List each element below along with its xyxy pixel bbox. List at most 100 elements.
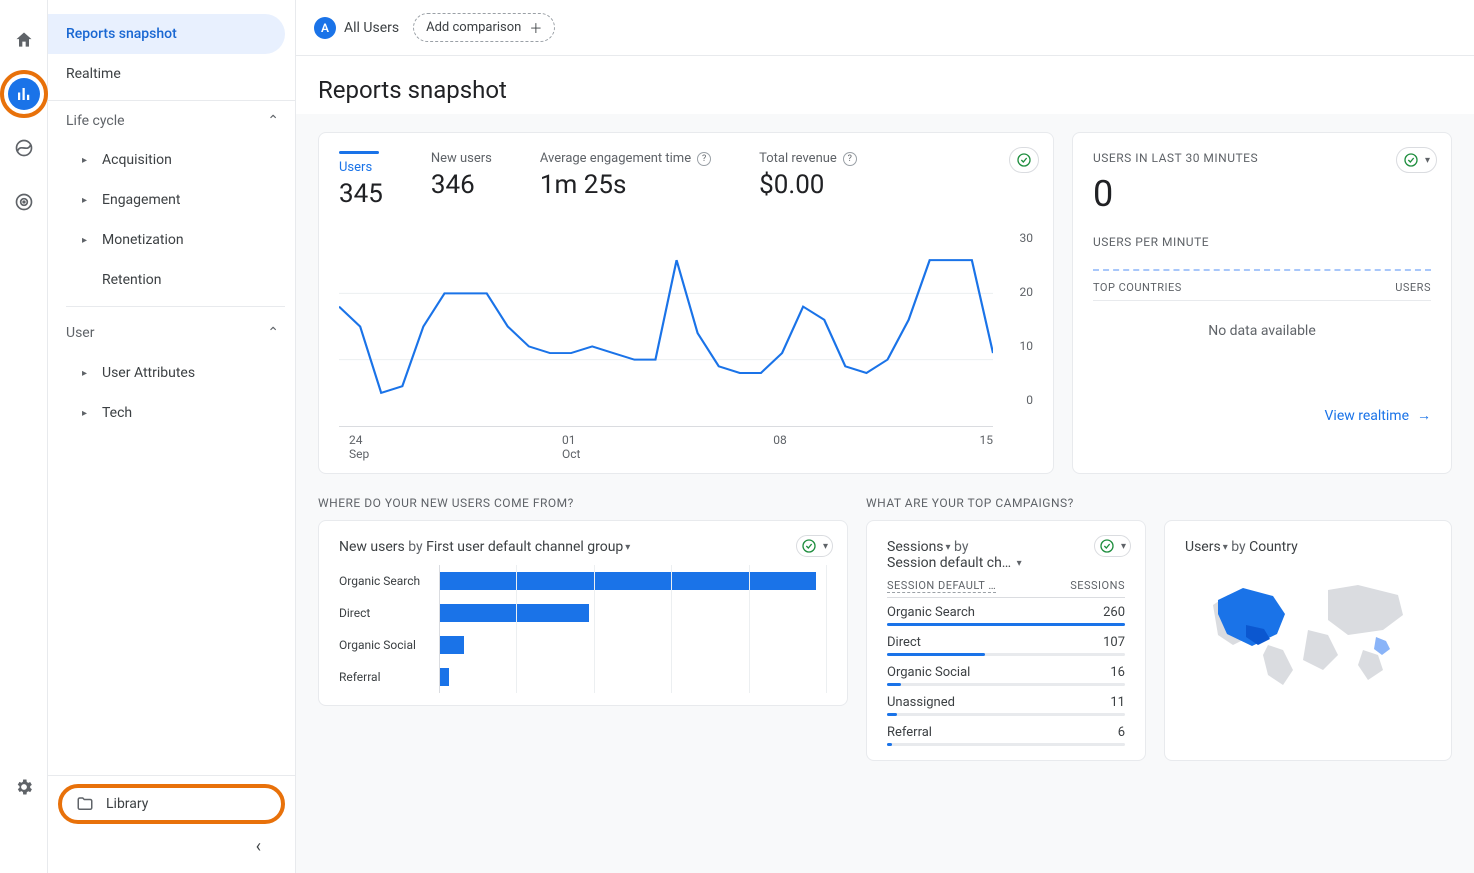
session-row[interactable]: Organic Social16 bbox=[887, 658, 1125, 686]
chevron-left-icon: ‹ bbox=[256, 836, 261, 857]
bar bbox=[440, 604, 589, 622]
add-comparison-button[interactable]: Add comparison ＋ bbox=[413, 13, 555, 42]
arrow-right-icon: → bbox=[1417, 407, 1431, 424]
card-status-button[interactable]: ▾ bbox=[1094, 535, 1131, 557]
metric-total-revenue[interactable]: Total revenue ? $0.00 bbox=[759, 151, 857, 200]
sidebar-group-life-cycle[interactable]: Life cycle ⌃ bbox=[48, 100, 295, 140]
icon-rail bbox=[0, 0, 48, 873]
y-tick: 30 bbox=[1020, 231, 1034, 245]
y-tick: 10 bbox=[1020, 339, 1034, 353]
card-status-button[interactable]: ▾ bbox=[1396, 147, 1437, 173]
bar bbox=[440, 572, 816, 590]
session-label: Unassigned bbox=[887, 695, 955, 710]
section-campaigns-q: WHAT ARE YOUR TOP CAMPAIGNS? bbox=[866, 496, 1452, 510]
metric-name: New users bbox=[339, 539, 405, 555]
session-row[interactable]: Direct107 bbox=[887, 628, 1125, 656]
chart-x-axis: 24Sep01Oct0815 bbox=[339, 427, 1033, 461]
y-tick: 20 bbox=[1020, 285, 1034, 299]
session-value: 6 bbox=[1118, 725, 1125, 740]
caret-right-icon: ▸ bbox=[82, 408, 92, 419]
x-tick: 15 bbox=[980, 433, 994, 461]
session-row[interactable]: Referral6 bbox=[887, 718, 1125, 746]
collapse-sidebar-button[interactable]: ‹ bbox=[58, 836, 285, 857]
bar-row[interactable]: Organic Search bbox=[339, 565, 827, 597]
help-icon[interactable]: ? bbox=[843, 152, 857, 166]
sidebar-item-acquisition[interactable]: ▸Acquisition bbox=[48, 140, 295, 180]
bar-row[interactable]: Organic Social bbox=[339, 629, 827, 661]
metric-label: Total revenue ? bbox=[759, 151, 857, 166]
help-icon[interactable]: ? bbox=[697, 152, 711, 166]
reports-icon[interactable] bbox=[8, 78, 40, 110]
sidebar-item-user-attributes[interactable]: ▸User Attributes bbox=[48, 353, 295, 393]
metric-value: 1m 25s bbox=[540, 170, 711, 200]
sessions-card: ▾ Sessions▾ by Session default ch… ▾ SES… bbox=[866, 520, 1146, 761]
chevron-down-icon: ▾ bbox=[625, 542, 630, 553]
sidebar-item-reports-snapshot[interactable]: Reports snapshot bbox=[48, 14, 285, 54]
sidebar-label: Reports snapshot bbox=[66, 26, 177, 42]
advertising-icon[interactable] bbox=[8, 186, 40, 218]
y-tick: 0 bbox=[1026, 393, 1033, 407]
sidebar-group-label: Life cycle bbox=[66, 113, 125, 129]
metric-label: New users bbox=[431, 151, 492, 166]
bar-row[interactable]: Referral bbox=[339, 661, 827, 693]
highlight-ring-icon bbox=[0, 70, 48, 118]
x-tick: 24Sep bbox=[349, 433, 369, 461]
page-title: Reports snapshot bbox=[296, 56, 1474, 114]
sidebar-item-monetization[interactable]: ▸Monetization bbox=[48, 220, 295, 260]
session-label: Organic Social bbox=[887, 665, 970, 680]
bar-row[interactable]: Direct bbox=[339, 597, 827, 629]
library-label: Library bbox=[106, 796, 148, 812]
new-users-title[interactable]: New users by First user default channel … bbox=[339, 539, 827, 555]
sidebar-item-engagement[interactable]: ▸Engagement bbox=[48, 180, 295, 220]
by-label: by bbox=[1228, 539, 1249, 555]
users-trend-chart[interactable] bbox=[339, 227, 993, 427]
metric-value: $0.00 bbox=[759, 170, 857, 200]
realtime-title: USERS IN LAST 30 MINUTES bbox=[1093, 151, 1431, 165]
segment-all-users[interactable]: A All Users bbox=[314, 17, 399, 39]
sidebar-group-user[interactable]: User ⌃ bbox=[48, 313, 295, 353]
sessions-title[interactable]: Sessions▾ by Session default ch… ▾ bbox=[887, 539, 1125, 571]
chevron-up-icon: ⌃ bbox=[267, 113, 279, 129]
explore-icon[interactable] bbox=[8, 132, 40, 164]
metric-label: Average engagement time ? bbox=[540, 151, 711, 166]
folder-icon bbox=[76, 795, 94, 813]
country-title[interactable]: Users▾ by Country bbox=[1185, 539, 1431, 555]
realtime-value: 0 bbox=[1093, 173, 1431, 215]
x-tick: 08 bbox=[773, 433, 787, 461]
library-button[interactable]: Library bbox=[58, 784, 285, 824]
metric-new-users[interactable]: New users346 bbox=[431, 151, 492, 200]
session-value: 260 bbox=[1103, 605, 1125, 620]
report-sidebar: Reports snapshot Realtime Life cycle ⌃ ▸… bbox=[48, 0, 296, 873]
sidebar-item-realtime[interactable]: Realtime bbox=[48, 54, 295, 94]
sidebar-item-retention[interactable]: ▸Retention bbox=[48, 260, 295, 300]
sidebar-item-tech[interactable]: ▸Tech bbox=[48, 393, 295, 433]
home-icon[interactable] bbox=[8, 24, 40, 56]
chevron-down-icon: ▾ bbox=[1017, 558, 1022, 569]
bar-label: Organic Social bbox=[339, 638, 439, 652]
metric-value: 345 bbox=[339, 179, 383, 209]
metric-users[interactable]: Users345 bbox=[339, 151, 383, 209]
view-realtime-link[interactable]: View realtime → bbox=[1093, 399, 1431, 424]
caret-right-icon: ▸ bbox=[82, 195, 92, 206]
world-map-icon bbox=[1185, 575, 1431, 695]
session-row[interactable]: Organic Search 260 bbox=[887, 598, 1125, 626]
view-realtime-label: View realtime bbox=[1325, 408, 1409, 424]
card-status-button[interactable] bbox=[1009, 147, 1039, 173]
check-circle-icon bbox=[1099, 538, 1115, 554]
plus-icon: ＋ bbox=[529, 18, 542, 37]
bar-label: Organic Search bbox=[339, 574, 439, 588]
segment-letter-icon: A bbox=[314, 17, 336, 39]
session-label: Organic Search bbox=[887, 605, 975, 620]
metric-average-engagement-time[interactable]: Average engagement time ? 1m 25s bbox=[540, 151, 711, 200]
metric-name: Users bbox=[1185, 539, 1221, 555]
by-label: by bbox=[405, 539, 426, 555]
bar bbox=[440, 636, 464, 654]
chevron-up-icon: ⌃ bbox=[267, 325, 279, 341]
card-status-button[interactable]: ▾ bbox=[796, 535, 833, 557]
dimension-name: Country bbox=[1249, 539, 1298, 555]
settings-icon[interactable] bbox=[8, 771, 40, 803]
chevron-down-icon: ▾ bbox=[1121, 541, 1126, 552]
new-users-bar-chart[interactable]: Organic Search Direct Organic Social Referr… bbox=[339, 555, 827, 693]
top-countries-label: TOP COUNTRIES bbox=[1093, 281, 1182, 294]
session-row[interactable]: Unassigned11 bbox=[887, 688, 1125, 716]
